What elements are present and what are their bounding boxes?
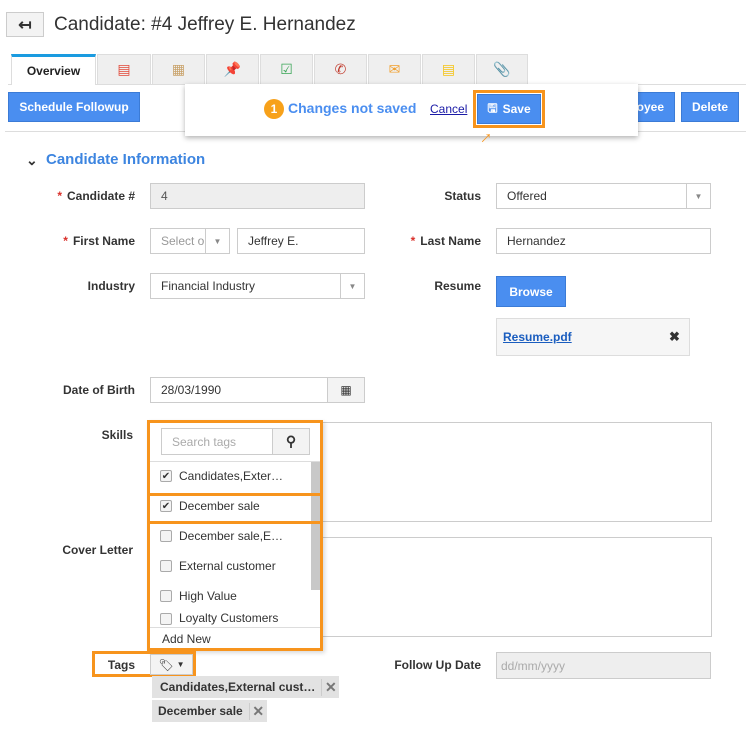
tag-option[interactable]: Loyalty Customers bbox=[150, 610, 310, 627]
unsaved-count-badge: 1 bbox=[264, 99, 284, 119]
note-icon: ▤ bbox=[441, 61, 456, 77]
task-icon: ☑ bbox=[280, 61, 293, 77]
candidate-no-label: Candidate # bbox=[66, 189, 135, 203]
delete-button[interactable]: Delete bbox=[681, 92, 739, 122]
remove-file-icon[interactable]: ✖ bbox=[669, 329, 680, 345]
status-label: Status bbox=[444, 189, 481, 203]
tab-pin[interactable]: 📌 bbox=[206, 54, 259, 84]
tab-tasks[interactable]: ☑ bbox=[260, 54, 313, 84]
industry-label: Industry bbox=[87, 279, 135, 293]
salutation-select[interactable]: Select or ▼ bbox=[150, 228, 230, 254]
tag-picker-button[interactable]: 🏷 ▼ bbox=[150, 654, 193, 675]
tab-notes[interactable]: ▤ bbox=[422, 54, 475, 84]
chevron-down-icon: ▼ bbox=[686, 184, 710, 208]
tags-label: Tags bbox=[107, 658, 135, 672]
tab-calendar[interactable]: ▦ bbox=[152, 54, 205, 84]
search-icon: ⚲ bbox=[285, 433, 297, 449]
checkbox-icon bbox=[160, 560, 172, 572]
skills-label: Skills bbox=[101, 428, 133, 442]
save-popup: 1 Changes not saved Cancel 🖫 Save bbox=[185, 84, 638, 136]
tab-list[interactable]: ▤ bbox=[97, 54, 151, 84]
back-button[interactable]: ↤ bbox=[6, 12, 44, 37]
add-new-tag[interactable]: Add New bbox=[162, 632, 211, 646]
unsaved-message: Changes not saved bbox=[288, 100, 417, 116]
tag-search-button[interactable]: ⚲ bbox=[272, 428, 310, 455]
tag-option[interactable]: ✔ Candidates,Exter… bbox=[150, 461, 310, 491]
followup-date-input[interactable]: dd/mm/yyyy bbox=[496, 652, 711, 679]
calendar-button[interactable]: ▦ bbox=[327, 377, 365, 403]
dob-label: Date of Birth bbox=[63, 383, 135, 397]
tag-option[interactable]: External customer bbox=[150, 551, 310, 581]
back-arrow-icon: ↤ bbox=[18, 16, 32, 34]
remove-tag-icon[interactable]: ✕ bbox=[321, 678, 339, 696]
tag-icon: 🏷 bbox=[158, 657, 174, 672]
tab-overview[interactable]: Overview bbox=[11, 54, 96, 85]
dob-input[interactable]: 28/03/1990 bbox=[150, 377, 328, 403]
calendar-icon: ▦ bbox=[340, 383, 352, 397]
selected-tag-chip: Candidates,External cust… ✕ bbox=[152, 676, 340, 698]
chevron-down-icon: ▼ bbox=[205, 229, 229, 253]
cover-letter-label: Cover Letter bbox=[62, 543, 133, 557]
tab-email[interactable]: ✉ bbox=[368, 54, 421, 84]
last-name-label: Last Name bbox=[420, 234, 481, 248]
tag-search-input[interactable]: Search tags bbox=[161, 428, 273, 455]
selected-tag-chip: December sale ✕ bbox=[152, 700, 267, 722]
caret-down-icon: ▼ bbox=[176, 660, 185, 669]
checkbox-icon bbox=[160, 612, 172, 625]
collapse-chevron-icon[interactable]: ⌄ bbox=[26, 152, 38, 169]
cancel-link[interactable]: Cancel bbox=[430, 102, 467, 116]
followup-date-label: Follow Up Date bbox=[394, 658, 481, 672]
tab-calls[interactable]: ✆ bbox=[314, 54, 367, 84]
remove-tag-icon[interactable]: ✕ bbox=[248, 702, 267, 720]
save-icon: 🖫 bbox=[487, 100, 498, 115]
email-icon: ✉ bbox=[388, 61, 401, 77]
calendar-icon: ▦ bbox=[171, 61, 186, 77]
resume-label: Resume bbox=[434, 279, 481, 293]
first-name-input[interactable]: Jeffrey E. bbox=[237, 228, 365, 254]
tab-attachments[interactable]: 📎 bbox=[476, 54, 528, 84]
page-title: Candidate: #4 Jeffrey E. Hernandez bbox=[54, 14, 356, 35]
schedule-followup-button[interactable]: Schedule Followup bbox=[8, 92, 140, 122]
pin-icon: 📌 bbox=[223, 61, 242, 77]
tag-option[interactable]: High Value bbox=[150, 581, 310, 611]
checkbox-icon bbox=[160, 530, 172, 542]
first-name-label: First Name bbox=[72, 234, 135, 248]
last-name-input[interactable]: Hernandez bbox=[496, 228, 711, 254]
attachment-icon: 📎 bbox=[493, 61, 511, 77]
industry-select[interactable]: Financial Industry ▼ bbox=[150, 273, 365, 299]
checkbox-icon bbox=[160, 590, 172, 602]
save-button[interactable]: 🖫 Save bbox=[477, 94, 541, 124]
checkbox-checked-icon: ✔ bbox=[160, 470, 172, 482]
resume-file-box: Resume.pdf ✖ bbox=[496, 318, 690, 356]
section-title: Candidate Information bbox=[46, 151, 206, 168]
tag-list-scrollbar[interactable] bbox=[311, 462, 320, 590]
list-icon: ▤ bbox=[117, 61, 131, 77]
candidate-no-field: 4 bbox=[150, 183, 365, 209]
phone-icon: ✆ bbox=[334, 61, 347, 77]
browse-button[interactable]: Browse bbox=[496, 276, 566, 307]
tag-option[interactable]: December sale,E… bbox=[150, 521, 310, 551]
status-select[interactable]: Offered ▼ bbox=[496, 183, 711, 209]
resume-file-link[interactable]: Resume.pdf bbox=[503, 330, 572, 344]
